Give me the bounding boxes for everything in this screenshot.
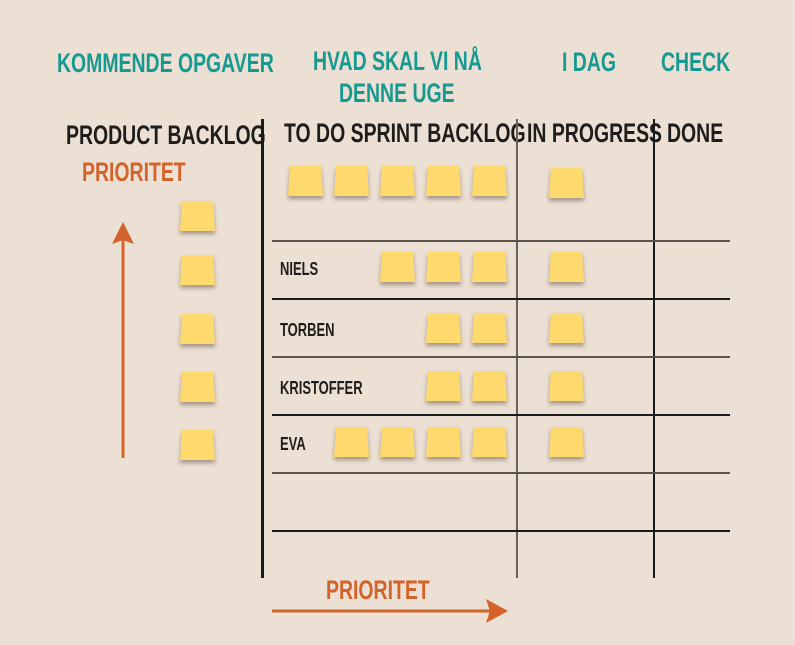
swimlane-name: KRISTOFFER xyxy=(280,378,363,398)
sprint-backlog-note[interactable] xyxy=(472,427,507,457)
swimlane-name: TORBEN xyxy=(280,320,335,340)
priority-arrow-right-icon xyxy=(272,599,508,623)
in-progress-note[interactable] xyxy=(549,371,584,401)
sprint-backlog-note[interactable] xyxy=(426,427,461,457)
product-backlog-note[interactable] xyxy=(180,372,215,402)
header-today: I DAG xyxy=(562,47,617,77)
row-divider xyxy=(272,356,730,358)
sprint-backlog-note[interactable] xyxy=(472,371,507,401)
sprint-backlog-note[interactable] xyxy=(426,166,461,196)
sprint-backlog-note[interactable] xyxy=(380,427,415,457)
priority-label-vertical: PRIORITET xyxy=(82,157,186,187)
divider-progress-done xyxy=(653,119,655,578)
sprint-backlog-note[interactable] xyxy=(288,166,323,196)
in-progress-note[interactable] xyxy=(549,313,584,343)
sprint-backlog-note[interactable] xyxy=(426,313,461,343)
column-header-sprint-backlog: TO DO SPRINT BACKLOG xyxy=(284,118,526,148)
product-backlog-note[interactable] xyxy=(180,314,215,344)
product-backlog-note[interactable] xyxy=(180,430,215,460)
divider-sprint-progress xyxy=(516,119,518,578)
header-upcoming-tasks: KOMMENDE OPGAVER xyxy=(57,48,274,78)
sprint-backlog-note[interactable] xyxy=(426,252,461,282)
priority-arrow-up-icon xyxy=(112,222,134,458)
column-header-product-backlog: PRODUCT BACKLOG xyxy=(66,120,266,150)
row-divider xyxy=(272,298,730,300)
sprint-backlog-note[interactable] xyxy=(472,313,507,343)
product-backlog-note[interactable] xyxy=(180,201,215,231)
swimlane-name: NIELS xyxy=(280,259,319,279)
header-this-week-line2: DENNE UGE xyxy=(339,78,455,108)
sprint-backlog-note[interactable] xyxy=(380,252,415,282)
row-divider xyxy=(272,414,730,416)
row-divider xyxy=(272,240,730,242)
divider-product-sprint xyxy=(261,119,264,578)
column-header-in-progress: IN PROGRESS xyxy=(527,118,663,148)
row-divider xyxy=(272,472,730,474)
swimlane-name: EVA xyxy=(280,434,306,454)
sprint-backlog-note[interactable] xyxy=(472,252,507,282)
in-progress-note[interactable] xyxy=(549,427,584,457)
sprint-backlog-note[interactable] xyxy=(334,427,369,457)
sprint-backlog-note[interactable] xyxy=(380,166,415,196)
in-progress-note[interactable] xyxy=(549,168,584,198)
sprint-backlog-note[interactable] xyxy=(472,166,507,196)
in-progress-note[interactable] xyxy=(549,252,584,282)
header-this-week-line1: HVAD SKAL VI NÅ xyxy=(313,46,482,76)
column-header-done: DONE xyxy=(667,118,724,148)
sprint-backlog-note[interactable] xyxy=(426,371,461,401)
row-divider xyxy=(272,530,730,532)
product-backlog-note[interactable] xyxy=(180,255,215,285)
header-check: CHECK xyxy=(661,47,731,77)
sprint-backlog-note[interactable] xyxy=(334,166,369,196)
